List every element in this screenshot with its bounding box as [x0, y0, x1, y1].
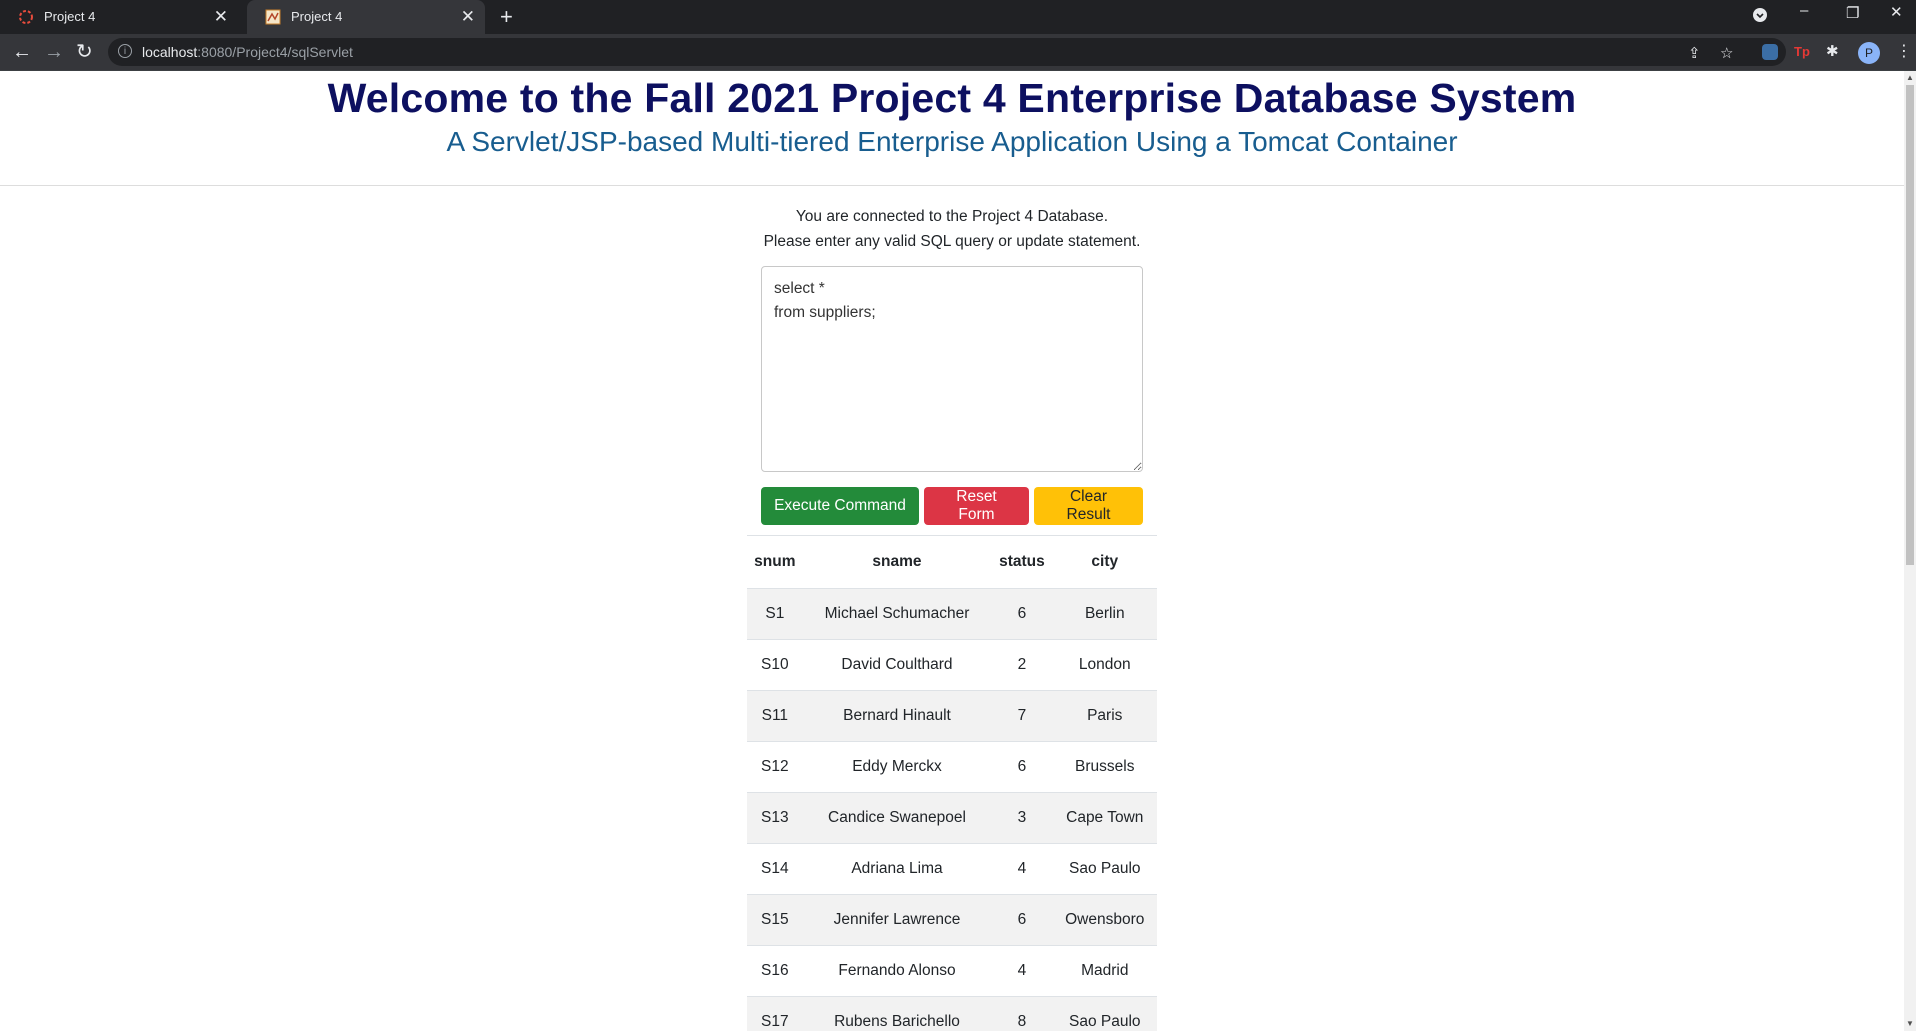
close-window-icon[interactable]: ✕ — [1890, 3, 1903, 21]
cell-status: 6 — [991, 894, 1053, 946]
cell-sname: Rubens Barichello — [802, 996, 992, 1031]
cell-city: Cape Town — [1052, 792, 1157, 844]
reset-form-button[interactable]: Reset Form — [924, 487, 1029, 525]
cell-city: Owensboro — [1052, 894, 1157, 946]
table-header-row: snum sname status city — [747, 535, 1157, 589]
cell-snum: S13 — [747, 792, 803, 844]
forward-arrow-icon[interactable]: → — [44, 40, 64, 64]
reload-icon[interactable]: ↻ — [76, 40, 93, 64]
browser-tab-active[interactable]: Project 4 ✕ — [247, 0, 485, 34]
restore-icon[interactable]: ❐ — [1846, 4, 1859, 22]
cell-status: 6 — [991, 741, 1053, 793]
cell-sname: Bernard Hinault — [802, 690, 992, 742]
cell-status: 4 — [991, 945, 1053, 997]
table-row: S1 Michael Schumacher 6 Berlin — [747, 588, 1157, 640]
cell-sname: Fernando Alonso — [802, 945, 992, 997]
cell-status: 7 — [991, 690, 1053, 742]
table-row: S15 Jennifer Lawrence 6 Owensboro — [747, 894, 1157, 946]
cell-sname: Candice Swanepoel — [802, 792, 992, 844]
cell-snum: S1 — [747, 588, 803, 640]
table-row: S17 Rubens Barichello 8 Sao Paulo — [747, 996, 1157, 1031]
clear-result-button[interactable]: Clear Result — [1034, 487, 1143, 525]
extension-tp-icon[interactable]: Tp — [1794, 44, 1810, 60]
cell-city: Sao Paulo — [1052, 996, 1157, 1031]
cell-status: 2 — [991, 639, 1053, 691]
cell-sname: Adriana Lima — [802, 843, 992, 895]
bookmark-star-icon[interactable]: ☆ — [1720, 44, 1733, 62]
scroll-up-arrow-icon[interactable]: ▲ — [1906, 73, 1914, 82]
tomcat-favicon-icon — [19, 10, 33, 24]
cell-city: Berlin — [1052, 588, 1157, 640]
cell-sname: Eddy Merckx — [802, 741, 992, 793]
connection-line: You are connected to the Project 4 Datab… — [795, 208, 1109, 225]
page-scrollbar[interactable]: ▲ ▼ — [1904, 71, 1916, 1031]
table-row: S11 Bernard Hinault 7 Paris — [747, 690, 1157, 742]
profile-avatar[interactable]: P — [1858, 42, 1880, 64]
scroll-down-arrow-icon[interactable]: ▼ — [1906, 1019, 1914, 1028]
column-header: sname — [802, 535, 992, 589]
back-arrow-icon[interactable]: ← — [12, 40, 32, 64]
close-tab-icon[interactable]: ✕ — [214, 0, 228, 34]
table-row: S16 Fernando Alonso 4 Madrid — [747, 945, 1157, 997]
page-favicon-icon — [265, 9, 281, 25]
connection-message: You are connected to the Project 4 Datab… — [0, 204, 1904, 254]
cell-status: 8 — [991, 996, 1053, 1031]
close-tab-icon[interactable]: ✕ — [461, 0, 475, 34]
cell-city: Paris — [1052, 690, 1157, 742]
browser-tab[interactable]: Project 4 ✕ — [0, 0, 238, 34]
instruction-line: Please enter any valid SQL query or upda… — [763, 233, 1141, 250]
column-header: status — [991, 535, 1053, 589]
button-row: Execute Command Reset Form Clear Result — [761, 487, 1143, 525]
site-info-icon[interactable]: i — [118, 44, 132, 58]
cell-city: Sao Paulo — [1052, 843, 1157, 895]
cell-city: Brussels — [1052, 741, 1157, 793]
execute-command-button[interactable]: Execute Command — [761, 487, 919, 525]
page-subtitle: A Servlet/JSP-based Multi-tiered Enterpr… — [446, 126, 1458, 157]
table-row: S12 Eddy Merckx 6 Brussels — [747, 741, 1157, 793]
results-table: snum sname status city S1 Michael Schuma… — [747, 535, 1157, 1031]
page-header: Welcome to the Fall 2021 Project 4 Enter… — [0, 71, 1904, 186]
cell-city: Madrid — [1052, 945, 1157, 997]
cell-status: 4 — [991, 843, 1053, 895]
tab-title: Project 4 — [291, 9, 343, 24]
cell-status: 6 — [991, 588, 1053, 640]
cell-snum: S14 — [747, 843, 803, 895]
cell-snum: S10 — [747, 639, 803, 691]
tab-search-icon[interactable] — [1752, 7, 1768, 27]
page-viewport: Welcome to the Fall 2021 Project 4 Enter… — [0, 71, 1904, 1031]
tab-title: Project 4 — [44, 9, 96, 24]
cell-status: 3 — [991, 792, 1053, 844]
cell-sname: Jennifer Lawrence — [802, 894, 992, 946]
extensions-puzzle-icon[interactable]: ✱ — [1826, 44, 1842, 60]
table-row: S14 Adriana Lima 4 Sao Paulo — [747, 843, 1157, 895]
address-bar[interactable]: i localhost:8080/Project4/sqlServlet ⇪ ☆ — [108, 38, 1786, 66]
cell-sname: David Coulthard — [802, 639, 992, 691]
browser-menu-icon[interactable]: ⋮ — [1896, 40, 1912, 64]
url-text[interactable]: localhost:8080/Project4/sqlServlet — [142, 38, 353, 66]
sql-command-textarea[interactable] — [761, 266, 1143, 472]
new-tab-plus-icon[interactable]: + — [500, 4, 513, 30]
table-row: S10 David Coulthard 2 London — [747, 639, 1157, 691]
cell-sname: Michael Schumacher — [802, 588, 992, 640]
cell-snum: S17 — [747, 996, 803, 1031]
table-row: S13 Candice Swanepoel 3 Cape Town — [747, 792, 1157, 844]
cell-snum: S16 — [747, 945, 803, 997]
cell-city: London — [1052, 639, 1157, 691]
browser-toolbar: ← → ↻ i localhost:8080/Project4/sqlServl… — [0, 34, 1916, 71]
page-title: Welcome to the Fall 2021 Project 4 Enter… — [327, 75, 1577, 121]
share-icon[interactable]: ⇪ — [1688, 44, 1701, 62]
scrollbar-thumb[interactable] — [1906, 85, 1914, 565]
column-header: snum — [747, 535, 803, 589]
browser-tab-strip: Project 4 ✕ Project 4 ✕ + – ❐ ✕ — [0, 0, 1916, 34]
column-header: city — [1052, 535, 1157, 589]
cell-snum: S15 — [747, 894, 803, 946]
cell-snum: S12 — [747, 741, 803, 793]
cell-snum: S11 — [747, 690, 803, 742]
minimize-icon[interactable]: – — [1800, 2, 1808, 19]
extension-icon[interactable] — [1762, 44, 1778, 60]
